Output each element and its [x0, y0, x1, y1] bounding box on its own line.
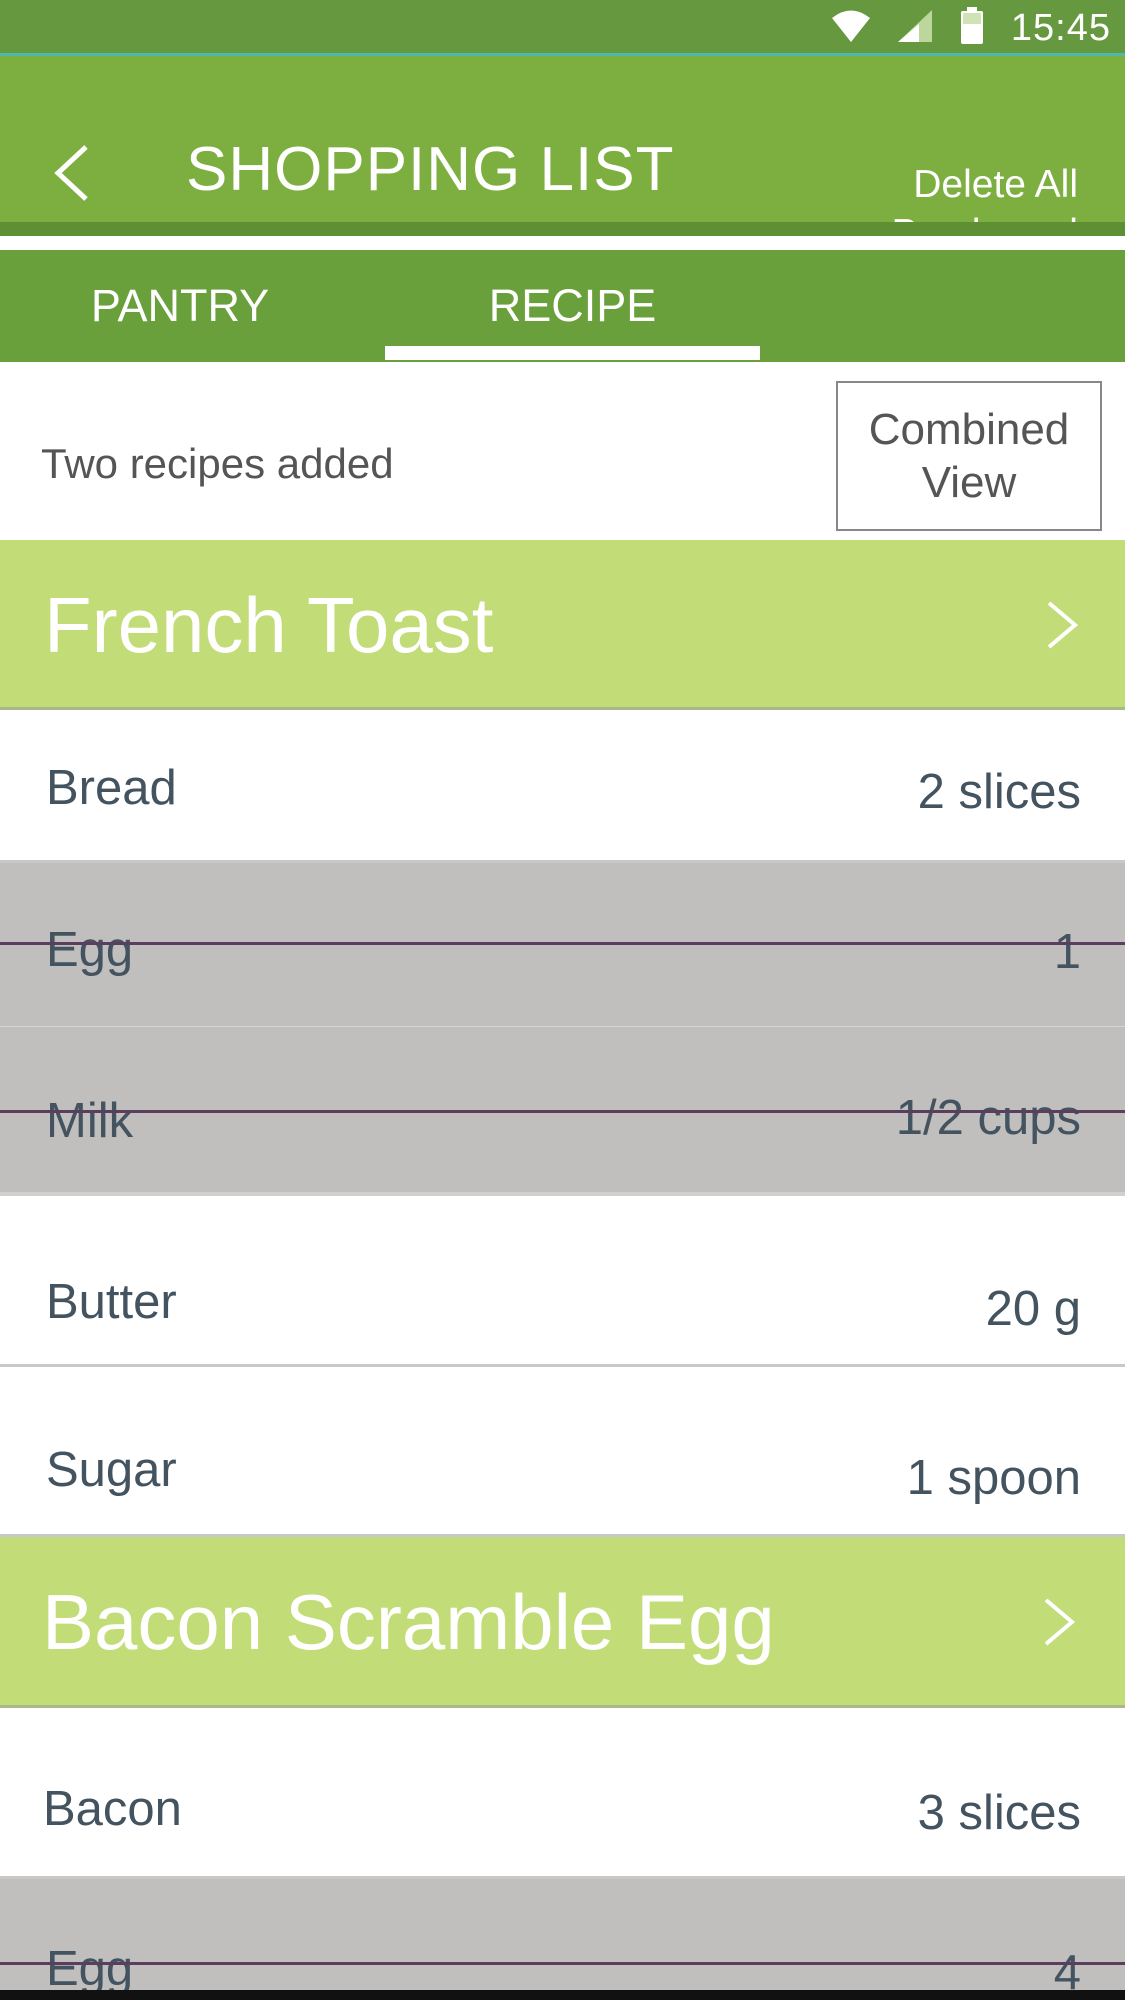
status-icons: 15:45	[831, 6, 1111, 50]
recipe-header-bacon-scramble-egg[interactable]: Bacon Scramble Egg	[0, 1537, 1125, 1708]
status-bar: 15:45	[0, 0, 1125, 56]
list-item-purchased[interactable]: Egg 4	[0, 1879, 1125, 2000]
system-nav-bar	[0, 1990, 1125, 2000]
list-item[interactable]: Sugar 1 spoon	[0, 1367, 1125, 1537]
item-name: Butter	[46, 1275, 177, 1329]
recipe-title: French Toast	[44, 581, 494, 669]
back-button[interactable]	[40, 136, 104, 212]
strikethrough-line	[0, 1962, 1125, 1965]
recipe-header-french-toast[interactable]: French Toast	[0, 540, 1125, 710]
tab-selected-indicator	[385, 346, 760, 360]
recipes-count-text: Two recipes added	[41, 440, 394, 487]
tab-pantry[interactable]: PANTRY	[20, 250, 340, 362]
page-title: SHOPPING LIST	[186, 135, 675, 204]
item-quantity: 20 g	[985, 1282, 1081, 1336]
delete-label-line1: Delete All	[913, 163, 1078, 206]
item-name: Sugar	[46, 1443, 177, 1497]
list-item-purchased[interactable]: Egg 1	[0, 863, 1125, 1027]
app-bar-shadow	[0, 222, 1125, 236]
list-item-purchased[interactable]: Milk 1/2 cups	[0, 1027, 1125, 1196]
item-quantity: 2 slices	[917, 765, 1081, 819]
item-quantity: 1 spoon	[906, 1451, 1081, 1505]
item-name: Bread	[46, 761, 177, 815]
list-item[interactable]: Butter 20 g	[0, 1196, 1125, 1367]
shopping-list: French Toast Bread 2 slices Egg 1 Milk 1…	[0, 540, 1125, 2000]
item-name: Bacon	[43, 1782, 182, 1836]
status-time: 15:45	[1010, 6, 1111, 49]
recipes-summary-row: Two recipes added Combined View	[0, 362, 1125, 540]
combined-label-line1: Combined	[868, 405, 1070, 454]
list-item[interactable]: Bread 2 slices	[0, 710, 1125, 863]
item-quantity: 1	[1053, 925, 1081, 979]
chevron-right-icon	[1040, 1592, 1080, 1652]
recipe-title: Bacon Scramble Egg	[42, 1578, 775, 1666]
chevron-right-icon	[1043, 595, 1083, 655]
list-item[interactable]: Bacon 3 slices	[0, 1708, 1125, 1879]
signal-icon	[897, 9, 933, 48]
app-bar: SHOPPING LIST Delete All Purchased	[0, 56, 1125, 255]
battery-icon	[959, 6, 985, 50]
wifi-icon	[831, 9, 871, 48]
item-quantity: 1/2 cups	[895, 1091, 1081, 1145]
combined-label-line2: View	[921, 458, 1017, 507]
item-name: Milk	[46, 1094, 134, 1148]
delete-all-purchased-button[interactable]: Delete All Purchased	[838, 160, 1078, 258]
chevron-left-icon	[52, 143, 92, 206]
item-quantity: 3 slices	[917, 1786, 1081, 1840]
tab-bar: PANTRY RECIPE	[0, 250, 1125, 362]
combined-view-button[interactable]: Combined View	[836, 381, 1102, 531]
strikethrough-line	[0, 1110, 1125, 1113]
item-name: Egg	[46, 1942, 134, 1996]
item-name: Egg	[46, 923, 134, 977]
strikethrough-line	[0, 942, 1125, 945]
